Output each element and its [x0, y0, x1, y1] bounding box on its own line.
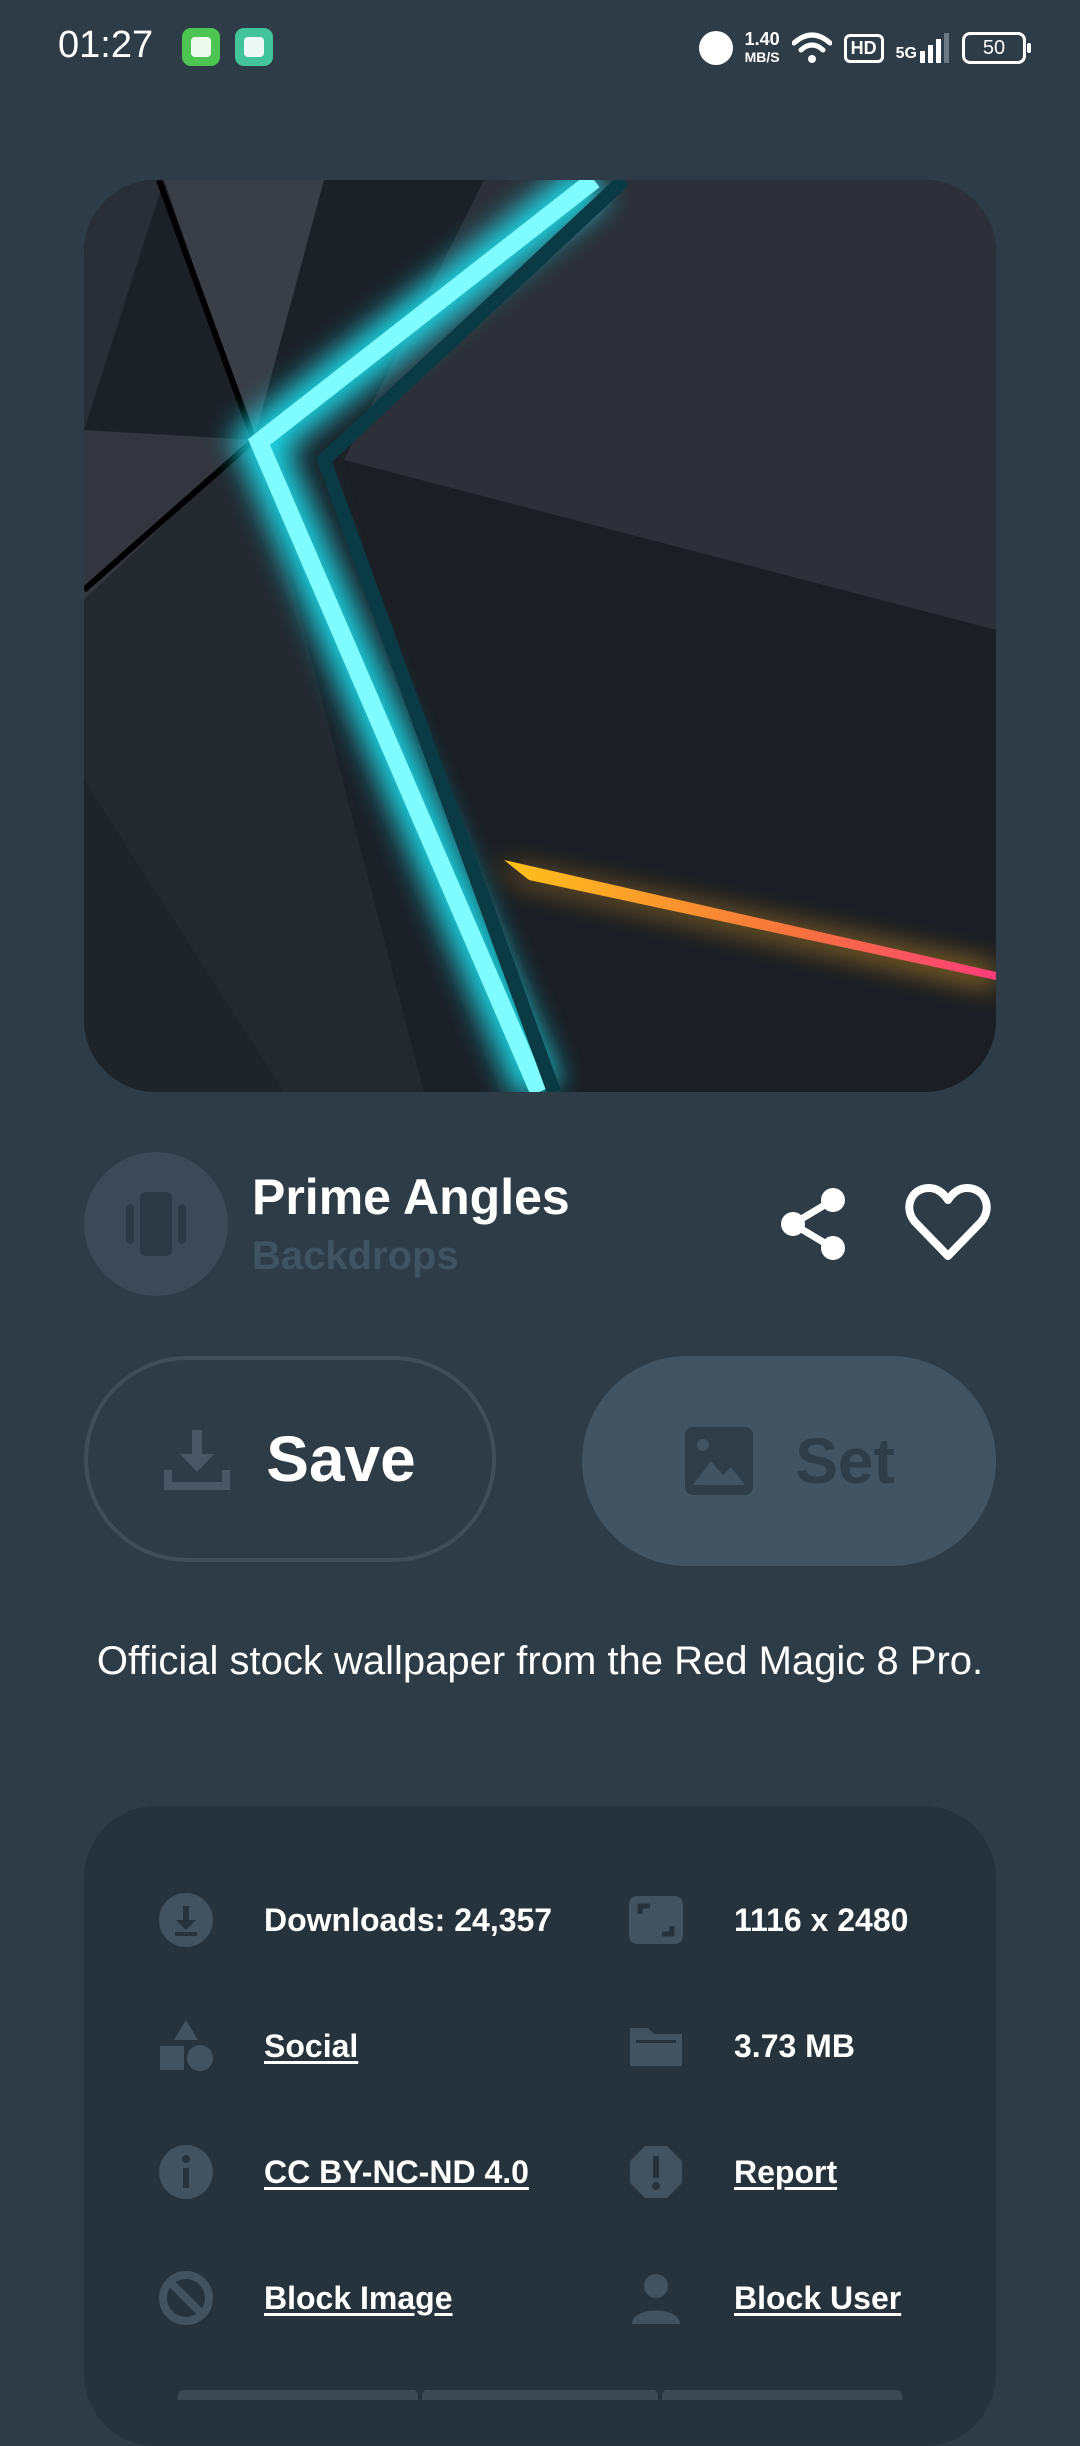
- folder-icon: [630, 2028, 682, 2066]
- phone-vibrate-icon: [126, 1192, 186, 1256]
- set-button-label: Set: [795, 1425, 895, 1497]
- collection-avatar[interactable]: [84, 1152, 228, 1296]
- save-button-label: Save: [266, 1423, 416, 1495]
- signal-indicator: 5G: [896, 33, 950, 63]
- block-user-link[interactable]: Block User: [734, 2280, 901, 2317]
- person-icon: [632, 2274, 680, 2324]
- resolution-value: 1116 x 2480: [734, 1901, 909, 1938]
- category-info[interactable]: Social: [158, 2018, 358, 2074]
- heart-icon[interactable]: [905, 1180, 991, 1266]
- category-link[interactable]: Social: [264, 2028, 358, 2065]
- license-link[interactable]: CC BY-NC-ND 4.0: [264, 2154, 529, 2191]
- block-user-info[interactable]: Block User: [628, 2270, 901, 2326]
- wifi-icon: [791, 32, 832, 63]
- bottom-tab-stub: [662, 2390, 902, 2400]
- resolution-info: 1116 x 2480: [628, 1892, 908, 1948]
- battery-indicator: 50: [962, 32, 1031, 64]
- block-icon: [159, 2271, 213, 2325]
- network-speed: 1.40 MB/S: [745, 30, 780, 66]
- image-icon: [685, 1427, 754, 1495]
- license-info[interactable]: CC BY-NC-ND 4.0: [158, 2144, 529, 2200]
- bottom-tab-stub: [178, 2390, 418, 2400]
- wallpaper-image: [84, 180, 996, 1092]
- info-icon: [159, 2145, 213, 2199]
- wallpaper-preview[interactable]: [84, 180, 996, 1092]
- size-info: 3.73 MB: [628, 2018, 855, 2074]
- block-image-info[interactable]: Block Image: [158, 2270, 453, 2326]
- wallpaper-title: Prime Angles: [252, 1169, 570, 1225]
- set-wallpaper-button[interactable]: Set: [582, 1356, 996, 1566]
- collection-name[interactable]: Backdrops: [252, 1234, 459, 1279]
- network-type: 5G: [895, 45, 917, 62]
- aspect-ratio-icon: [629, 1896, 683, 1944]
- status-bar: 01:27 1.40 MB/S HD 5G 50: [0, 0, 1080, 100]
- status-indicators: 1.40 MB/S HD 5G 50: [698, 26, 1031, 70]
- alarm-icon: [698, 31, 733, 65]
- network-speed-value: 1.40: [744, 29, 780, 49]
- info-card: Downloads: 24,357 1116 x 2480 Social 3.7…: [84, 1806, 996, 2446]
- share-icon[interactable]: [775, 1186, 851, 1262]
- bottom-tab-stub: [422, 2390, 658, 2400]
- report-info[interactable]: Report: [628, 2144, 837, 2200]
- alert-icon: [630, 2146, 682, 2198]
- download-icon: [164, 1430, 231, 1490]
- messages-notification-icon: [182, 28, 220, 66]
- hd-voice-badge: HD: [843, 33, 884, 63]
- block-image-link[interactable]: Block Image: [264, 2280, 453, 2317]
- network-speed-unit: MB/S: [744, 49, 780, 65]
- downloads-info: Downloads: 24,357: [158, 1892, 552, 1948]
- status-time: 01:27: [58, 24, 154, 66]
- save-button[interactable]: Save: [84, 1356, 496, 1562]
- download-icon: [159, 1893, 213, 1947]
- shapes-icon: [160, 2020, 213, 2071]
- signal-bars-icon: [920, 33, 949, 63]
- report-link[interactable]: Report: [734, 2154, 837, 2191]
- security-notification-icon: [235, 28, 273, 66]
- wallpaper-description: Official stock wallpaper from the Red Ma…: [96, 1639, 984, 1683]
- downloads-count: Downloads: 24,357: [264, 1901, 553, 1938]
- file-size: 3.73 MB: [734, 2027, 855, 2064]
